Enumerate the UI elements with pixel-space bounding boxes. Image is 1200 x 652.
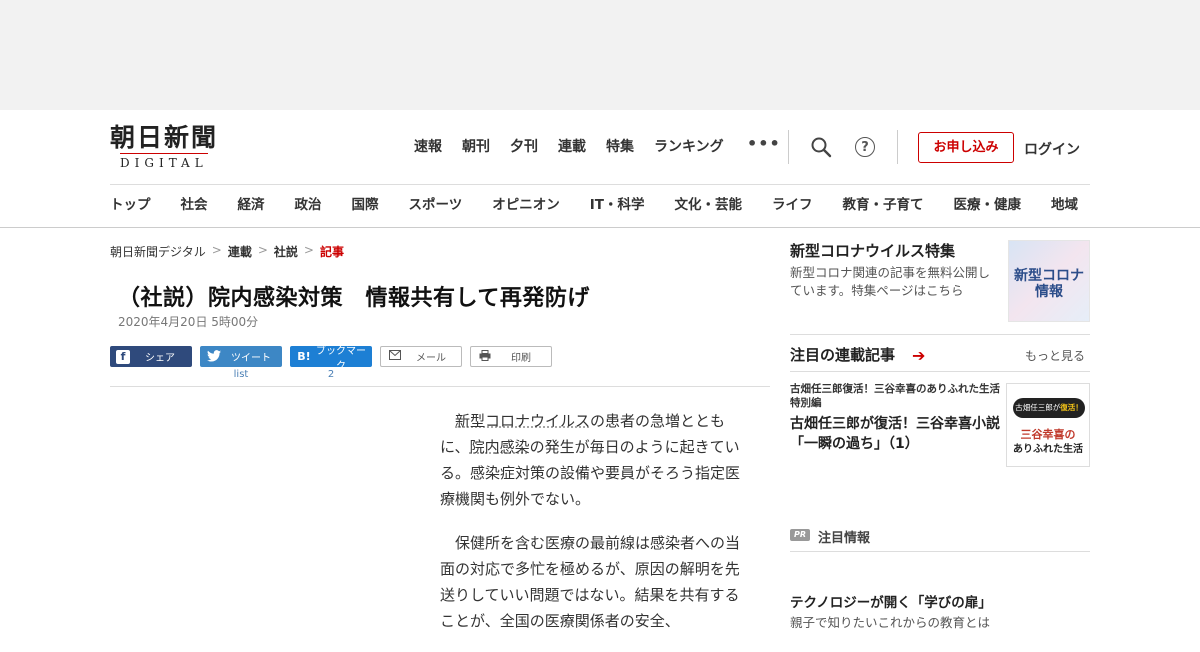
top-nav-item[interactable]: 朝刊: [462, 138, 490, 156]
arrow-right-icon: ➔: [912, 346, 926, 365]
article-divider: [110, 386, 770, 387]
topic-link[interactable]: 新型コロナウイルス: [455, 412, 590, 430]
category-item[interactable]: IT・科学: [590, 196, 645, 214]
hatena-count[interactable]: 2: [290, 369, 372, 380]
sidebar-divider: [790, 551, 1090, 552]
twitter-tweet-button[interactable]: ツイート: [200, 346, 282, 367]
site-logo[interactable]: 朝日新聞 DIGITAL: [110, 124, 240, 172]
category-item[interactable]: オピニオン: [492, 196, 560, 214]
category-item[interactable]: ライフ: [772, 196, 813, 214]
category-item[interactable]: トップ: [110, 196, 151, 214]
breadcrumb-item[interactable]: 社説: [274, 243, 298, 260]
series-thumbnail[interactable]: 古畑任三郎が復活！ 三谷幸喜の ありふれた生活: [1006, 383, 1090, 467]
thumbnail-text: 情報: [1035, 284, 1063, 300]
series-article-title[interactable]: 古畑任三郎が復活！三谷幸喜小説「一瞬の過ち」（1）: [790, 414, 1002, 454]
twitter-count[interactable]: list: [200, 369, 282, 380]
top-nav-item[interactable]: ランキング: [654, 138, 724, 156]
print-label: 印刷: [511, 353, 531, 364]
article-date: 2020年4月20日 5時00分: [118, 315, 259, 329]
category-item[interactable]: 医療・健康: [953, 196, 1021, 214]
article-body: 新型コロナウイルスの患者の急増とともに、院内感染の発生が毎日のように起きている。…: [440, 408, 750, 652]
divider: [897, 130, 898, 164]
breadcrumb-sep: >: [303, 243, 314, 257]
thumbnail-badge-b: 復活！: [1060, 403, 1083, 412]
breadcrumb: 朝日新聞デジタル > 連載 > 社説 > 記事: [110, 243, 344, 260]
thumbnail-badge: 古畑任三郎が復活！: [1013, 398, 1085, 418]
facebook-icon: f: [116, 349, 130, 364]
corona-feature-title[interactable]: 新型コロナウイルス特集: [790, 240, 955, 261]
header-divider: [110, 184, 1090, 185]
thumbnail-badge-a: 古畑任三郎が: [1015, 403, 1061, 412]
corona-feature-text[interactable]: 新型コロナ関連の記事を無料公開しています。特集ページはこちら: [790, 264, 1002, 300]
login-link[interactable]: ログイン: [1024, 139, 1080, 159]
category-item[interactable]: 文化・芸能: [674, 196, 742, 214]
logo-sub-text: DIGITAL: [120, 153, 208, 170]
breadcrumb-sep: >: [257, 243, 268, 257]
category-item[interactable]: 教育・子育て: [842, 196, 923, 214]
sidebar-divider: [790, 371, 1090, 372]
search-icon[interactable]: [810, 136, 832, 158]
category-item[interactable]: 社会: [181, 196, 208, 214]
mail-share-label: メール: [416, 353, 446, 364]
featured-series-heading[interactable]: 注目の連載記事: [790, 344, 895, 365]
twitter-tweet-label: ツイート: [231, 353, 271, 364]
ad-banner-area: [0, 0, 1200, 110]
sidebar-divider: [790, 334, 1090, 335]
pr-badge: PR: [790, 529, 810, 541]
twitter-icon: [206, 349, 222, 364]
top-nav: 速報 朝刊 夕刊 連載 特集 ランキング: [414, 138, 744, 156]
mail-icon: [387, 349, 403, 364]
help-icon[interactable]: ?: [855, 137, 875, 157]
category-item[interactable]: 経済: [238, 196, 265, 214]
topic-link[interactable]: 院内感染: [470, 438, 530, 456]
article-paragraph: 新型コロナウイルスの患者の急増とともに、院内感染の発生が毎日のように起きている。…: [440, 408, 750, 512]
hatena-bookmark-icon: B!: [297, 349, 311, 363]
facebook-share-label: シェア: [145, 353, 175, 364]
category-item[interactable]: 国際: [352, 196, 379, 214]
category-item[interactable]: 地域: [1051, 196, 1078, 214]
thumbnail-text: ありふれた生活: [1013, 444, 1083, 455]
breadcrumb-sep: >: [211, 243, 222, 257]
see-more-link[interactable]: もっと見る: [1025, 347, 1085, 364]
pr-section-label: 注目情報: [818, 531, 871, 546]
hatena-bookmark-label: ブックマーク: [316, 345, 366, 372]
top-nav-item[interactable]: 夕刊: [510, 138, 538, 156]
breadcrumb-item[interactable]: 朝日新聞デジタル: [110, 243, 206, 260]
article-paragraph: 保健所を含む医療の最前線は感染者への当面の対応で多忙を極めるが、原因の解明を先送…: [440, 534, 741, 630]
breadcrumb-current: 記事: [319, 245, 344, 259]
top-nav-item[interactable]: 速報: [414, 138, 442, 156]
top-nav-item[interactable]: 特集: [606, 138, 634, 156]
facebook-share-button[interactable]: f シェア: [110, 346, 192, 367]
logo-main-text: 朝日新聞: [110, 123, 219, 152]
category-item[interactable]: スポーツ: [409, 196, 463, 214]
category-item[interactable]: 政治: [295, 196, 322, 214]
subscribe-button[interactable]: お申し込み: [918, 132, 1014, 163]
series-kicker[interactable]: 古畑任三郎復活！三谷幸喜のありふれた生活特別編: [790, 382, 1002, 410]
divider: [788, 130, 789, 164]
site-header: 朝日新聞 DIGITAL 速報 朝刊 夕刊 連載 特集 ランキング ••• ? …: [0, 110, 1200, 228]
more-menu-icon[interactable]: •••: [747, 134, 781, 153]
pr-article-title[interactable]: テクノロジーが開く「学びの扉」: [790, 591, 992, 611]
article-title: （社説）院内感染対策 情報共有して再発防げ: [118, 286, 590, 311]
print-button[interactable]: 印刷: [470, 346, 552, 367]
category-nav: トップ 社会 経済 政治 国際 スポーツ オピニオン IT・科学 文化・芸能 ラ…: [110, 196, 1108, 214]
top-nav-item[interactable]: 連載: [558, 138, 586, 156]
mail-share-button[interactable]: メール: [380, 346, 462, 367]
printer-icon: [477, 349, 493, 364]
pr-article-subtitle[interactable]: 親子で知りたいこれからの教育とは: [790, 612, 990, 631]
thumbnail-text: 新型コロナ: [1014, 268, 1084, 284]
breadcrumb-item[interactable]: 連載: [228, 243, 252, 260]
hatena-bookmark-button[interactable]: B! ブックマーク: [290, 346, 372, 372]
corona-feature-thumbnail[interactable]: 新型コロナ 情報: [1008, 240, 1090, 322]
